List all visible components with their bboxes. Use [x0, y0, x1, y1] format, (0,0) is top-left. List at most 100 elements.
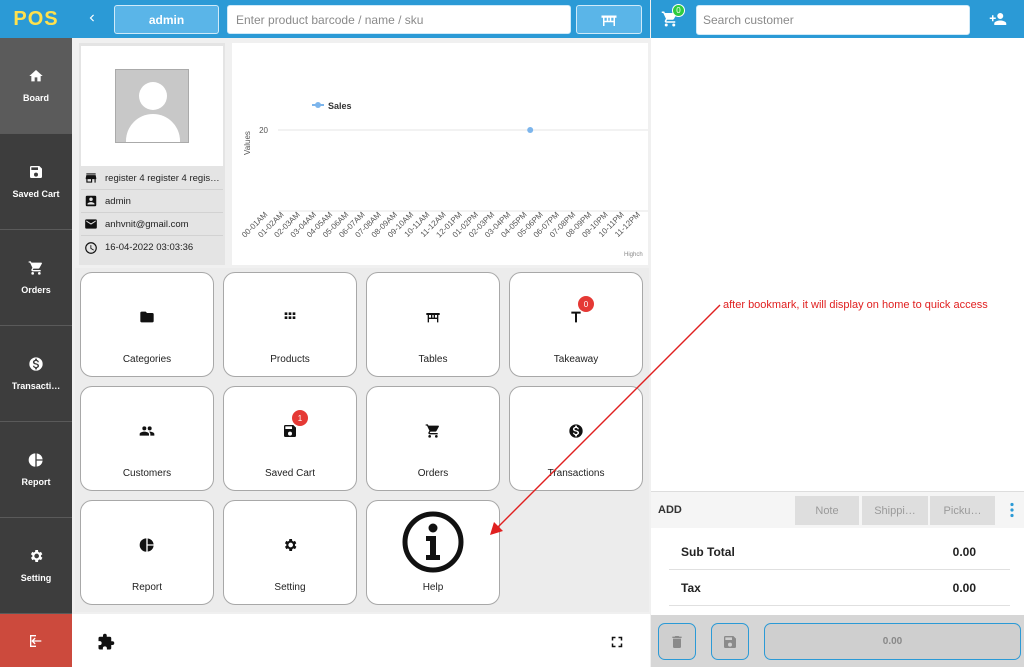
cart-count-badge: 0 [672, 4, 685, 17]
save-icon [282, 423, 298, 439]
folder-icon [139, 309, 155, 325]
tile-takeaway[interactable]: 0 Takeaway [509, 272, 643, 377]
sidebar-item-label: Board [22, 93, 49, 103]
gear-icon [282, 537, 298, 553]
takeaway-icon [568, 309, 584, 325]
add-customer-button[interactable] [988, 10, 1008, 28]
home-icon [29, 70, 43, 82]
product-search-input[interactable] [227, 5, 571, 34]
user-button[interactable]: admin [114, 5, 219, 34]
bottom-bar [72, 614, 650, 667]
tile-label: Takeaway [553, 354, 599, 365]
sidebar-item-label: Setting [20, 573, 52, 583]
sidebar: POS Board Saved Cart Orders Transacti… R… [0, 0, 72, 667]
sales-chart: Sales Values 20 00-01AM 01-02AM 02-03AM 03-… [232, 43, 648, 265]
saved-cart-badge: 1 [292, 410, 308, 426]
dollar-icon [568, 423, 584, 439]
sidebar-item-board[interactable]: Board [0, 38, 72, 134]
avatar [115, 69, 189, 143]
table-icon [601, 15, 617, 26]
tile-label: Categories [122, 354, 172, 365]
annotation-text: after bookmark, it will display on home … [723, 299, 988, 311]
logout-button[interactable] [0, 614, 72, 667]
totals-panel: Sub Total 0.00 Tax 0.00 [651, 528, 1024, 615]
user-row: admin [81, 190, 223, 213]
shipping-button[interactable]: Shippi… [862, 496, 928, 525]
more-options-button[interactable] [1007, 502, 1017, 518]
back-button[interactable] [82, 8, 102, 28]
logout-icon [30, 634, 42, 647]
sidebar-item-transactions[interactable]: Transacti… [0, 326, 72, 422]
legend-label: Sales [328, 101, 352, 111]
data-point [527, 127, 534, 133]
subtotal-label: Sub Total [681, 544, 735, 559]
tax-value: 0.00 [952, 580, 976, 595]
tile-label: Report [131, 582, 162, 593]
puzzle-icon [98, 633, 115, 650]
dollar-icon [29, 357, 43, 371]
chart-credit: Highch [624, 252, 643, 258]
save-cart-button[interactable] [711, 623, 749, 660]
tile-label: Products [270, 354, 310, 365]
tile-tables[interactable]: Tables [366, 272, 500, 377]
note-button[interactable]: Note [795, 496, 859, 525]
sidebar-item-label: Orders [21, 285, 51, 295]
sidebar-item-label: Transacti… [11, 381, 61, 391]
avatar-container [81, 46, 223, 166]
sidebar-item-saved-cart[interactable]: Saved Cart [0, 134, 72, 230]
pos-app: POS Board Saved Cart Orders Transacti… R… [0, 0, 1024, 667]
register-info-panel: register 4 register 4 regis… admin anhvn… [79, 43, 225, 265]
y-axis-label: Values [243, 131, 252, 155]
tile-label: Tables [418, 354, 448, 365]
fullscreen-button[interactable] [608, 633, 624, 649]
sidebar-item-label: Report [21, 477, 51, 487]
sidebar-item-report[interactable]: Report [0, 422, 72, 518]
pickup-button[interactable]: Picku… [930, 496, 995, 525]
pie-chart-icon [28, 453, 43, 467]
tax-row: Tax 0.00 [669, 570, 1010, 606]
logo: POS [0, 0, 72, 38]
tile-transactions[interactable]: Transactions [509, 386, 643, 491]
tile-help[interactable]: Help [366, 500, 500, 605]
pie-chart-icon [139, 537, 155, 553]
tile-customers[interactable]: Customers [80, 386, 214, 491]
save-icon [724, 635, 736, 648]
tile-categories[interactable]: Categories [80, 272, 214, 377]
current-datetime: 16-04-2022 03:03:36 [105, 242, 194, 253]
tile-report[interactable]: Report [80, 500, 214, 605]
table-button[interactable] [576, 5, 642, 34]
tile-label: Orders [417, 468, 449, 479]
series-sales [527, 127, 534, 133]
add-label: ADD [658, 504, 682, 516]
more-vert-icon [1010, 502, 1014, 518]
grid-icon [282, 309, 298, 325]
customer-search-input[interactable] [696, 5, 970, 35]
email-row: anhvnit@gmail.com [81, 213, 223, 236]
sidebar-item-setting[interactable]: Setting [0, 518, 72, 614]
sidebar-item-orders[interactable]: Orders [0, 230, 72, 326]
pay-button[interactable]: 0.00 [764, 623, 1021, 660]
takeaway-badge: 0 [578, 296, 594, 312]
tile-setting[interactable]: Setting [223, 500, 357, 605]
delete-cart-button[interactable] [658, 623, 696, 660]
clock-icon [85, 241, 97, 254]
tile-saved-cart[interactable]: 1 Saved Cart [223, 386, 357, 491]
register-name: register 4 register 4 regis… [105, 172, 220, 184]
user-email: anhvnit@gmail.com [105, 218, 189, 230]
fullscreen-icon [611, 636, 623, 648]
user-name: admin [105, 195, 131, 207]
tile-products[interactable]: Products [223, 272, 357, 377]
tile-orders[interactable]: Orders [366, 386, 500, 491]
x-axis: 00-01AM01-02AM02-03AM03-04AM04-05AM05-06… [240, 210, 642, 240]
chevron-left-icon [89, 14, 94, 22]
chart-svg: Sales Values 20 00-01AM01-02AM02-03AM03-… [240, 101, 648, 258]
gear-icon [30, 550, 43, 562]
store-icon [85, 173, 97, 183]
tile-label: Customers [122, 468, 172, 479]
table-icon [425, 309, 441, 325]
extensions-button[interactable] [97, 633, 115, 651]
y-tick-label: 20 [259, 126, 268, 135]
legend-marker [315, 102, 321, 108]
user-icon [85, 195, 97, 207]
info-icon [402, 511, 464, 573]
